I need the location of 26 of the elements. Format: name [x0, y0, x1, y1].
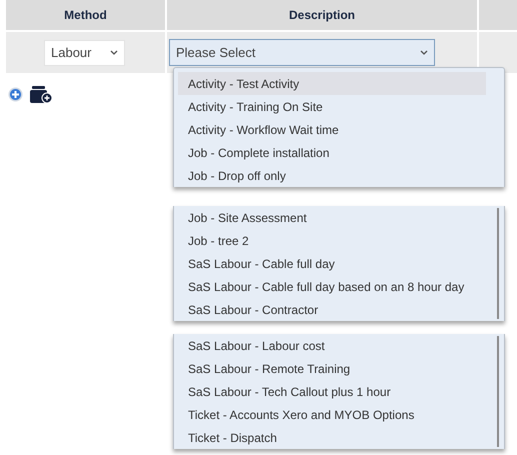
method-select[interactable]: Labour [44, 40, 125, 66]
add-icon[interactable] [8, 87, 23, 102]
dropdown-option[interactable]: Job - Complete installation [178, 141, 486, 164]
dropdown-option[interactable]: SaS Labour - Remote Training [178, 357, 486, 380]
dropdown-option[interactable]: Ticket - Accounts Xero and MYOB Options [178, 403, 486, 426]
stack-add-icon[interactable] [29, 85, 53, 104]
dropdown-option[interactable]: Job - Drop off only [178, 164, 486, 187]
dropdown-option[interactable]: Activity - Test Activity [178, 72, 486, 95]
dropdown-option[interactable]: SaS Labour - Cable full day based on an 8 hour day [178, 275, 486, 298]
scrollbar[interactable] [497, 336, 499, 447]
dropdown-option[interactable]: Activity - Training On Site [178, 95, 486, 118]
column-header: Method [6, 0, 165, 30]
dropdown-option[interactable]: SaS Labour - Contractor [178, 298, 486, 321]
dropdown-option[interactable]: Job - tree 2 [178, 229, 486, 252]
empty-header-cell [479, 0, 517, 30]
scrollbar[interactable] [497, 208, 499, 319]
description-select[interactable]: Please Select [169, 39, 435, 66]
chevron-icon [420, 50, 428, 56]
dropdown-option[interactable]: Activity - Workflow Wait time [178, 118, 486, 141]
column-header: Description [167, 0, 477, 30]
dropdown-option[interactable]: SaS Labour - Cable full day [178, 252, 486, 275]
dropdown-option[interactable]: SaS Labour - Labour cost [178, 334, 486, 357]
chevron-icon [110, 50, 118, 56]
dropdown-option[interactable]: SaS Labour - Tech Callout plus 1 hour [178, 380, 486, 403]
dropdown-option[interactable]: Job - Site Assessment [178, 206, 486, 229]
dropdown-option[interactable]: Ticket - Dispatch [178, 426, 486, 449]
